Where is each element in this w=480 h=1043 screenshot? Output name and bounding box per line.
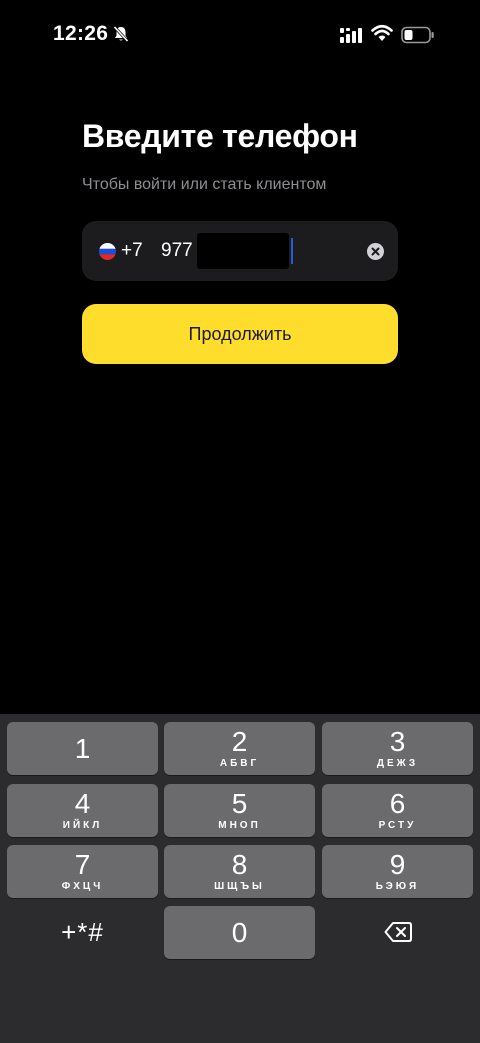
key-digit: 6 [389, 788, 406, 819]
wifi-icon [371, 24, 393, 41]
key-letters: РСТУ [378, 820, 417, 831]
key-letters: МНОП [218, 820, 261, 831]
key-digit: 1 [74, 733, 91, 764]
key-delete[interactable] [322, 906, 473, 959]
key-digit: 5 [231, 788, 248, 819]
key-letters: ДЕЖЗ [376, 758, 419, 769]
key-1[interactable]: 1 [7, 722, 158, 775]
status-time: 12:26 [53, 22, 109, 45]
key-digit: 7 [74, 849, 91, 880]
key-2[interactable]: 2 АБВГ [164, 722, 315, 775]
bell-slash-icon [113, 25, 129, 43]
phone-login-screen: 12:26 Введите телефон Чтобы войти или ст… [0, 0, 480, 1043]
key-digit: 9 [389, 849, 406, 880]
key-letters: ЬЭЮЯ [375, 881, 420, 892]
clear-input-button[interactable] [367, 243, 384, 260]
key-9[interactable]: 9 ЬЭЮЯ [322, 845, 473, 898]
key-digit: 4 [74, 788, 91, 819]
key-5[interactable]: 5 МНОП [164, 784, 315, 837]
key-digit: 2 [231, 726, 248, 757]
delete-backspace-icon [384, 922, 412, 942]
key-6[interactable]: 6 РСТУ [322, 784, 473, 837]
key-digit: 3 [389, 726, 406, 757]
page-subtitle: Чтобы войти или стать клиентом [82, 176, 327, 193]
key-3[interactable]: 3 ДЕЖЗ [322, 722, 473, 775]
key-0[interactable]: 0 [164, 906, 315, 959]
continue-button[interactable]: Продолжить [82, 304, 398, 364]
key-letters: ФХЦЧ [61, 881, 104, 892]
russia-flag-icon[interactable] [99, 243, 116, 260]
country-code[interactable]: +7 [121, 240, 143, 262]
phone-input-field[interactable]: +7 977 7 [82, 221, 398, 281]
status-bar: 12:26 [0, 0, 480, 70]
key-letters: ШЩЪЫ [214, 881, 265, 892]
battery-icon [401, 26, 434, 44]
key-8[interactable]: 8 ШЩЪЫ [164, 845, 315, 898]
cellular-signal-icon [340, 28, 362, 43]
page-title: Введите телефон [82, 118, 358, 154]
key-letters: АБВГ [219, 758, 260, 769]
text-caret [291, 238, 293, 264]
redaction-block [197, 233, 289, 269]
key-symbols[interactable]: +*# [7, 906, 158, 959]
key-digit: 8 [231, 849, 248, 880]
key-letters: ИЙКЛ [62, 820, 103, 831]
key-digit: 0 [231, 917, 248, 948]
key-4[interactable]: 4 ИЙКЛ [7, 784, 158, 837]
key-7[interactable]: 7 ФХЦЧ [7, 845, 158, 898]
close-icon [371, 247, 380, 256]
